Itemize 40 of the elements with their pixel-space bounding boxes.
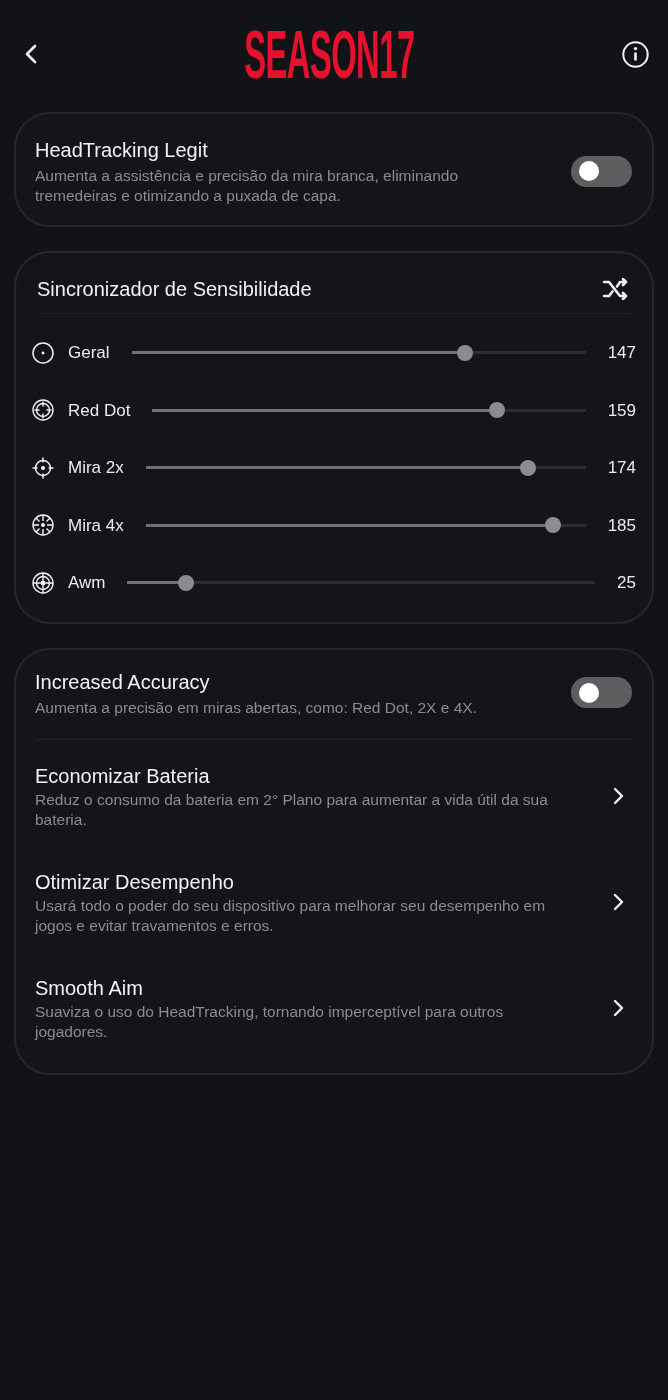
option-title: Economizar Bateria [35,763,211,789]
slider-thumb[interactable] [544,517,561,534]
option-title: HeadTracking Legit [35,138,209,163]
slider-thumb[interactable] [488,402,505,419]
crosshair-dot-icon [32,341,54,364]
option-description: Aumenta a assistência e precisão da mira branca, eliminando tremedeiras e otimizando a puxada de capa. [35,166,460,206]
option-description: Reduz o consumo da bateria em 2° Plano para aumentar a vida útil da sua bateria. [35,789,549,830]
crosshair-spokes-icon [32,514,54,537]
slider-value: 159 [607,399,636,422]
toggle-switch[interactable] [571,155,632,187]
slider-value: 147 [607,342,636,364]
option-title: Otimizar Desempenho [35,869,235,895]
slider-label: Geral [68,342,110,364]
shuffle-icon[interactable] [602,278,629,300]
toggle-switch[interactable] [571,677,632,708]
slider-value: 25 [617,572,636,594]
slider-thumb[interactable] [177,574,194,591]
option-description: Usará todo o poder do seu dispositivo para melhorar seu desempenho em jogos e evitar travamentos e erros. [35,895,547,936]
slider-label: Mira 4x [68,514,124,537]
option-title: Smooth Aim [35,975,144,1001]
chevron-right-icon[interactable] [613,998,624,1017]
option-description: Aumenta a precisão em miras abertas, como: Red Dot, 2X e 4X. [35,697,478,718]
scope-icon [32,571,54,594]
slider-value: 185 [607,514,636,537]
crosshair-rings-icon [32,399,54,422]
slider-label: Mira 2x [68,457,124,479]
chevron-right-icon[interactable] [613,786,624,805]
slider-thumb[interactable] [520,459,537,476]
app-logo: SEASON17 [244,26,415,82]
section-title: Sincronizador de Sensibilidade [37,277,312,302]
option-title: Increased Accuracy [35,669,211,695]
crosshair-icon [32,456,54,479]
slider-thumb[interactable] [457,344,474,361]
chevron-right-icon[interactable] [613,892,624,911]
slider-label: Red Dot [68,399,131,422]
slider-value: 174 [607,457,636,479]
back-icon[interactable] [24,44,37,64]
option-description: Suaviza o uso do HeadTracking, tornando imperceptível para outros jogadores. [35,1001,505,1042]
slider-label: Awm [68,572,106,594]
info-icon[interactable] [622,40,649,68]
